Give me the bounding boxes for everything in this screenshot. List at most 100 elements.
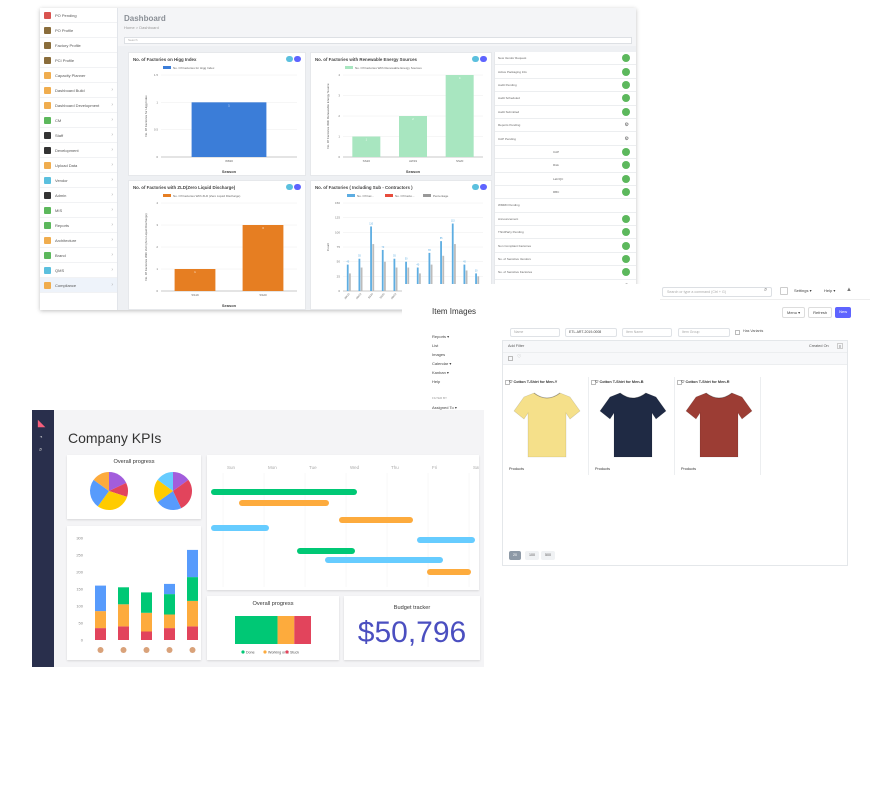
sidebar-item[interactable]: Vendor › [40,173,117,188]
avatar[interactable] [143,647,150,653]
search-icon[interactable]: ⌕ [39,447,42,454]
stacked-bar-segment[interactable] [164,583,175,595]
refresh-button[interactable]: Refresh [808,307,833,318]
avatar[interactable] [166,647,173,653]
sidebar-item[interactable]: Compliance › [40,278,117,293]
status-row[interactable]: Reports Pending ⚙ [495,119,636,133]
page-size-button[interactable]: 100 [525,551,539,560]
status-row[interactable]: Audit Submitted [495,106,636,119]
status-row[interactable]: Audit Scheduled [495,92,636,106]
bar[interactable] [381,249,384,291]
stacked-bar-segment[interactable] [164,614,175,629]
status-row[interactable]: CAP [495,146,636,160]
sidebar-item-reports[interactable]: Reports ▾ [432,332,502,341]
status-dot[interactable] [622,161,630,170]
bar[interactable] [370,226,372,291]
sidebar-item[interactable]: MIS › [40,203,117,218]
status-dot[interactable] [622,188,630,197]
stacked-bar-segment[interactable] [118,604,129,627]
stacked-bar-segment[interactable] [141,592,152,613]
sidebar-item[interactable]: Architecture › [40,233,117,248]
stacked-bar-segment[interactable] [164,628,175,640]
status-dot[interactable] [622,80,630,89]
timeline-bar[interactable] [239,500,329,506]
stacked-bar-segment[interactable] [164,594,175,615]
stacked-bar-segment[interactable] [187,549,198,578]
bar[interactable] [191,102,267,157]
sidebar-item[interactable]: Capacity Planner [40,68,117,83]
status-row[interactable]: Active Packaging Info [495,65,636,79]
avatar[interactable] [120,647,127,653]
card-title[interactable]: ♡ Cotton T-Shirt for Men-R [681,379,730,384]
stacked-bar-segment[interactable] [187,626,198,640]
status-row[interactable]: Audit Pending [495,79,636,93]
sidebar-item-images[interactable]: Images [432,350,502,359]
stacked-bar-segment[interactable] [141,612,152,632]
sidebar-item[interactable]: Dashboard Build › [40,83,117,98]
status-row[interactable]: Announcement [495,213,636,227]
bar[interactable] [358,258,361,291]
bar[interactable] [451,223,454,291]
sidebar-item-kanban[interactable]: Kanban ▾ [432,368,502,377]
bell-icon[interactable]: ◔ [39,435,43,441]
status-dot[interactable] [622,228,630,237]
image-card[interactable]: ♡ Cotton T-Shirt for Men-R Products [675,377,761,475]
timeline-bar[interactable] [211,489,357,495]
status-dot[interactable] [622,67,630,76]
sidebar-item[interactable]: Dashboard Development › [40,98,117,113]
user-icon[interactable]: ▲ [846,287,852,293]
bar[interactable] [399,116,427,157]
status-row[interactable]: Lab/QC [495,173,636,186]
image-card[interactable]: ♡ Cotton T-Shirt for Men-Y Products [503,377,589,475]
avatar[interactable] [189,647,196,653]
sidebar-item[interactable]: Upload Data › [40,158,117,173]
bar[interactable] [360,267,363,291]
sidebar-item[interactable]: PO Pending [40,8,117,23]
image-card[interactable]: ♡ Cotton T-Shirt for Men-B Products [589,377,675,475]
bar[interactable] [384,261,386,291]
status-row[interactable]: WMRD Pending [495,199,636,213]
sidebar-item[interactable]: Reports › [40,218,117,233]
monday-logo-icon[interactable]: ◣ [38,418,45,429]
status-row[interactable]: New Vendor Request [495,52,636,66]
has-variants-checkbox[interactable] [735,330,740,335]
timeline-bar[interactable] [297,548,355,554]
avatar[interactable] [97,647,104,653]
status-dot[interactable] [622,94,630,103]
sidebar-item[interactable]: Factory Profile [40,38,117,53]
sidebar-item[interactable]: QMS › [40,263,117,278]
settings-menu[interactable]: Settings ▾ [790,286,816,296]
progress-segment[interactable] [277,616,295,644]
status-dot[interactable] [622,174,630,183]
status-dot[interactable] [622,214,630,223]
like-icon[interactable]: ♡ [517,354,521,360]
status-row[interactable]: No. of Sensitive Factories [495,266,636,280]
breadcrumb[interactable]: Home > Dashboard [124,25,159,30]
notification-icon[interactable] [780,287,788,295]
gear-icon[interactable]: ⚙ [625,136,629,142]
help-menu[interactable]: Help ▾ [820,286,839,296]
timeline-bar[interactable] [325,557,443,563]
status-dot[interactable] [622,268,630,277]
sidebar-item[interactable]: Brand › [40,248,117,263]
new-button[interactable]: New [835,307,852,318]
stacked-bar-segment[interactable] [187,577,198,601]
name-filter[interactable]: Name [510,328,560,337]
card-title[interactable]: ♡ Cotton T-Shirt for Men-B [595,379,644,384]
status-dot[interactable] [622,107,630,116]
status-row[interactable]: CAP Pending ⚙ [495,132,636,146]
stacked-bar-segment[interactable] [187,600,198,627]
stacked-bar-segment[interactable] [118,587,129,605]
stacked-bar-segment[interactable] [141,631,152,641]
stacked-bar-segment[interactable] [95,628,106,640]
search-icon[interactable]: ⌕ [764,287,767,294]
item-group-filter[interactable]: Item Group [678,328,730,337]
item-code-filter[interactable]: ETL-ART-2019-0008 [565,328,617,337]
page-size-button[interactable]: 500 [541,551,555,560]
bar[interactable] [395,267,398,291]
sidebar-item[interactable]: Admin › [40,188,117,203]
stacked-bar-segment[interactable] [95,585,106,612]
timeline-bar[interactable] [427,569,471,575]
search-input[interactable]: Search [124,37,632,44]
status-row[interactable]: Non Compliant Factories [495,239,636,253]
